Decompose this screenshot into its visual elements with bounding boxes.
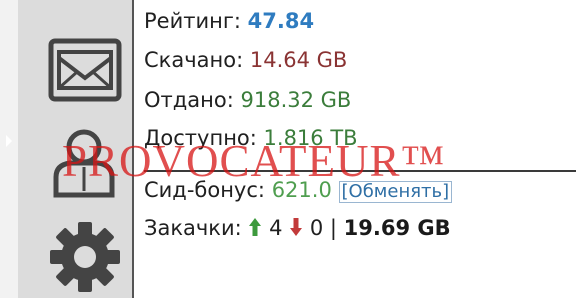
- available-label: Доступно:: [144, 126, 257, 150]
- seed-bonus-label: Сид-бонус:: [144, 178, 265, 202]
- sidebar: [18, 0, 132, 298]
- rating-value: 47.84: [247, 9, 315, 33]
- mail-icon[interactable]: [48, 38, 122, 102]
- user-stats-panel: Рейтинг: 47.84 Скачано: 14.64 GB Отдано:…: [144, 0, 576, 298]
- rating-label: Рейтинг:: [144, 9, 241, 33]
- user-icon[interactable]: [48, 125, 122, 199]
- available-row: Доступно: 1.816 TB: [144, 123, 358, 153]
- available-value: 1.816 TB: [263, 126, 358, 150]
- left-edge-strip: [0, 0, 18, 298]
- sidebar-divider: [132, 0, 134, 298]
- seed-bonus-value: 621.0: [271, 178, 332, 202]
- downloaded-value: 14.64 GB: [249, 48, 348, 72]
- expand-arrow-icon[interactable]: [6, 135, 12, 147]
- uploaded-label: Отдано:: [144, 88, 234, 112]
- uploaded-value: 918.32 GB: [240, 88, 352, 112]
- downloads-separator: |: [329, 216, 337, 240]
- arrow-up-icon: [249, 218, 262, 236]
- downloads-row: Закачки: 4 0 | 19.69 GB: [144, 213, 451, 243]
- exchange-bonus-link[interactable]: [Обменять]: [338, 181, 453, 203]
- downloads-label: Закачки:: [144, 216, 242, 240]
- seed-bonus-row: Сид-бонус: 621.0 [Обменять]: [144, 175, 453, 205]
- downloaded-row: Скачано: 14.64 GB: [144, 45, 347, 75]
- upload-count: 4: [269, 216, 283, 240]
- gear-icon[interactable]: [48, 220, 122, 294]
- download-count: 0: [309, 216, 324, 240]
- downloads-total: 19.69 GB: [343, 216, 451, 240]
- arrow-down-icon: [290, 218, 303, 236]
- uploaded-row: Отдано: 918.32 GB: [144, 85, 351, 115]
- downloaded-label: Скачано:: [144, 48, 244, 72]
- rating-row: Рейтинг: 47.84: [144, 6, 314, 36]
- section-divider: [144, 170, 576, 172]
